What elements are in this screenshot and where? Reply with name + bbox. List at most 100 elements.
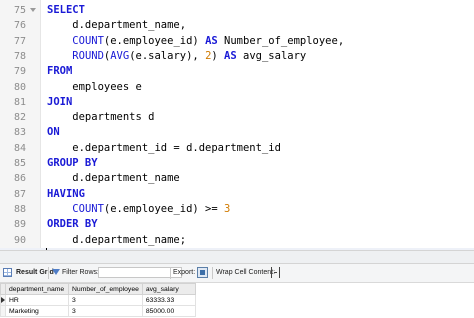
code-line[interactable]: 80 employees e: [0, 80, 474, 95]
sql-keyword: SELECT: [47, 4, 85, 16]
code-text: FROM: [47, 64, 72, 79]
line-number: 84: [13, 142, 26, 154]
sql-keyword: AS: [205, 34, 218, 47]
filter-rows-label: Filter Rows:: [62, 269, 99, 276]
code-line[interactable]: 79 FROM: [0, 64, 474, 79]
sql-function: ROUND: [72, 49, 104, 62]
column-header[interactable]: department_name: [5, 283, 69, 295]
toolbar-separator: [170, 267, 171, 279]
sql-keyword: HAVING: [47, 187, 85, 200]
table-cell[interactable]: Marketing: [5, 305, 69, 317]
sql-text: (e.employee_id) >=: [103, 202, 225, 215]
code-text: e.department_id = d.department_id: [47, 141, 281, 156]
code-text: employees e: [47, 80, 142, 95]
line-number: 78: [13, 50, 26, 62]
code-text: COUNT(e.employee_id) AS Number_of_employ…: [47, 34, 344, 49]
code-text: ON: [47, 125, 60, 140]
code-line[interactable]: 83 ON: [0, 125, 474, 140]
sql-text: d.department_name,: [47, 19, 187, 32]
sql-function: AVG: [110, 49, 130, 62]
sql-keyword: ORDER BY: [47, 218, 98, 231]
code-line[interactable]: 81 JOIN: [0, 95, 474, 110]
sql-text: d.department_name;: [47, 233, 187, 246]
line-number: 81: [13, 96, 26, 108]
code-text: HAVING: [47, 187, 85, 202]
wrap-cell-icon[interactable]: [271, 267, 280, 278]
result-toolbar: Result Grid Filter Rows: Export: Wrap Ce…: [0, 264, 474, 283]
code-text: COUNT(e.employee_id) >= 3: [47, 202, 230, 217]
line-number: 80: [13, 81, 26, 93]
table-row[interactable]: HR 3 63333.33: [0, 294, 196, 306]
table-cell[interactable]: HR: [5, 294, 69, 306]
code-line[interactable]: 76 d.department_name,: [0, 18, 474, 33]
code-text: ORDER BY: [47, 217, 98, 232]
sql-function: COUNT: [72, 202, 104, 215]
sql-number: 3: [224, 202, 231, 215]
line-number: 87: [13, 188, 26, 200]
code-line[interactable]: 84 e.department_id = d.department_id: [0, 141, 474, 156]
sql-keyword: JOIN: [47, 95, 73, 108]
sql-text: (e.salary),: [129, 49, 206, 62]
sql-text: employees e: [47, 80, 142, 93]
export-label: Export:: [173, 269, 196, 276]
sql-keyword: AS: [224, 49, 237, 62]
code-text: SELECT: [47, 3, 85, 18]
line-number: 89: [13, 219, 26, 231]
toolbar-separator: [48, 267, 49, 279]
sql-text: avg_salary: [236, 49, 307, 62]
sql-text: ): [211, 49, 225, 62]
code-line[interactable]: 88 COUNT(e.employee_id) >= 3: [0, 202, 474, 217]
code-line[interactable]: 77 COUNT(e.employee_id) AS Number_of_emp…: [0, 34, 474, 49]
code-text: GROUP BY: [47, 156, 98, 171]
line-number: 85: [13, 158, 26, 169]
toolbar-separator: [212, 267, 213, 279]
sql-keyword: FROM: [47, 65, 73, 78]
code-text: JOIN: [47, 95, 72, 110]
code-text: d.department_name;: [47, 233, 186, 248]
line-number: 83: [13, 127, 26, 139]
line-number: 82: [13, 112, 26, 124]
result-header-row: department_name Number_of_employee avg_s…: [0, 283, 196, 295]
line-number: 86: [13, 173, 26, 185]
line-number: 79: [13, 66, 26, 78]
table-row[interactable]: Marketing 3 85000.00: [0, 305, 196, 317]
line-number: 77: [13, 35, 26, 47]
code-text: d.department_name: [47, 171, 179, 186]
code-line[interactable]: 82 departments d: [0, 110, 474, 125]
sql-text: e.department_id = d.department_id: [47, 141, 281, 154]
code-text: ROUND(AVG(e.salary), 2) AS avg_salary: [47, 49, 306, 64]
sql-text: Number_of_employee,: [217, 34, 345, 47]
sql-editor[interactable]: 75 SELECT 76 d.department_name, 77 COUNT(e.…: [0, 0, 474, 263]
result-grid: department_name Number_of_employee avg_s…: [0, 283, 474, 318]
table-cell[interactable]: 3: [68, 305, 143, 317]
fold-arrow-icon[interactable]: [30, 8, 36, 12]
column-header[interactable]: avg_salary: [141, 283, 196, 295]
filter-icon[interactable]: [52, 269, 60, 275]
table-cell[interactable]: 3: [68, 294, 143, 306]
code-text: d.department_name,: [47, 18, 186, 33]
sql-keyword: GROUP BY: [47, 157, 98, 169]
panel-divider[interactable]: [0, 250, 474, 264]
export-icon[interactable]: [197, 267, 208, 278]
code-line[interactable]: 89 ORDER BY: [0, 217, 474, 232]
table-cell[interactable]: 63333.33: [141, 294, 196, 306]
sql-text: departments d: [47, 111, 155, 124]
line-number: 90: [13, 234, 26, 246]
code-text: departments d: [47, 110, 154, 125]
code-line[interactable]: 78 ROUND(AVG(e.salary), 2) AS avg_salary: [0, 49, 474, 64]
sql-text: (e.employee_id): [103, 34, 206, 47]
sql-function: COUNT: [72, 34, 104, 47]
line-number: 75: [13, 5, 26, 16]
line-number: 76: [13, 20, 26, 32]
column-header[interactable]: Number_of_employee: [68, 283, 143, 295]
code-line[interactable]: 85 GROUP BY: [0, 156, 474, 171]
code-line[interactable]: 86 d.department_name: [0, 171, 474, 186]
code-line[interactable]: 87 HAVING: [0, 187, 474, 202]
result-table: department_name Number_of_employee avg_s…: [0, 283, 196, 317]
code-line[interactable]: 90 d.department_name;: [0, 233, 474, 248]
current-row-arrow-icon: [1, 296, 5, 303]
code-line[interactable]: 75 SELECT: [0, 3, 474, 18]
table-cell[interactable]: 85000.00: [141, 305, 196, 317]
